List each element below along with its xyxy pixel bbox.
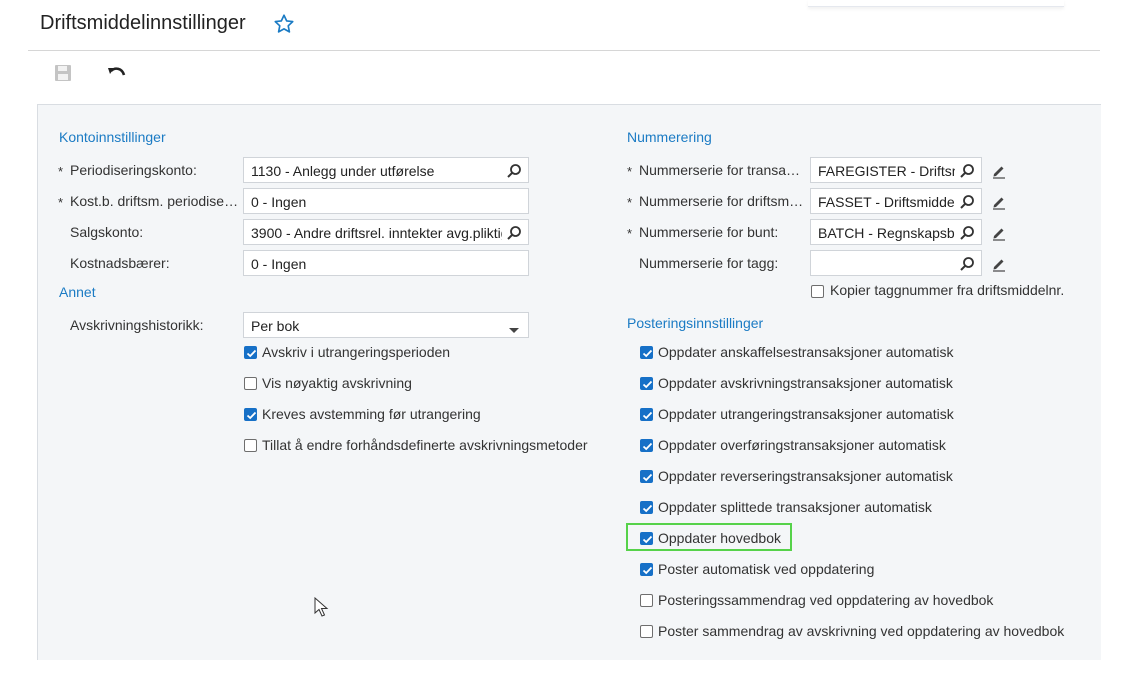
depreciation-history-value: Per bok [251,318,300,334]
checkbox-show-exact-depreciation[interactable] [244,377,257,390]
search-icon[interactable] [959,225,975,241]
label-update-depreciation: Oppdater avskrivningstransaksjoner autom… [658,375,953,391]
label-depreciate-in-disposal-period: Avskriv i utrangeringsperioden [262,344,451,360]
accrual-account-field[interactable]: 1130 - Anlegg under utførelse [243,157,529,183]
label-depreciation-summary: Poster sammendrag av avskrivning ved opp… [658,623,1065,639]
section-numbering: Nummerering [627,129,712,145]
required-mark: * [627,226,633,241]
label-copy-tag-number: Kopier taggnummer fra driftsmiddelnr. [830,282,1065,298]
label-posting-summary: Posteringssammendrag ved oppdatering av … [658,592,994,608]
label-update-reversal: Oppdater reverseringstransaksjoner autom… [658,468,953,484]
checkbox-update-depreciation[interactable] [640,377,653,390]
transaction-number-series-value: FAREGISTER - Driftsmiddelregister [818,163,955,179]
required-mark: * [58,195,64,210]
undo-button[interactable] [106,64,128,86]
label-accrual-account: Periodiseringskonto: [70,162,197,178]
label-update-split: Oppdater splittede transaksjoner automat… [658,499,932,515]
label-update-general-ledger: Oppdater hovedbok [658,530,781,546]
header-divider [28,50,1100,51]
label-transaction-number-series: Nummerserie for transaksjoner: [639,162,805,178]
search-icon[interactable] [959,163,975,179]
cost-center-accrual-field[interactable]: 0 - Ingen [243,188,529,214]
transaction-number-series-field[interactable]: FAREGISTER - Driftsmiddelregister [810,157,982,183]
checkbox-depreciate-in-disposal-period[interactable] [244,346,257,359]
label-cost-center-accrual: Kost.b. driftsm. periodiseringskonto: [70,193,242,209]
required-mark: * [58,164,64,179]
label-show-exact-depreciation: Vis nøyaktig avskrivning [262,375,412,391]
checkbox-update-split[interactable] [640,501,653,514]
sales-account-value: 3900 - Andre driftsrel. inntekter avg.pl… [251,225,502,241]
checkbox-require-reconciliation[interactable] [244,408,257,421]
label-sales-account: Salgskonto: [70,224,144,240]
label-batch-number-series: Nummerserie for bunt: [639,224,779,240]
tag-number-series-field[interactable] [810,250,982,276]
label-asset-number-series: Nummerserie for driftsmidler: [639,193,805,209]
cost-carrier-field[interactable]: 0 - Ingen [243,250,529,276]
pencil-icon[interactable] [991,256,1007,272]
checkbox-update-disposal[interactable] [640,408,653,421]
checkbox-update-transfer[interactable] [640,439,653,452]
batch-number-series-value: BATCH - Regnskapsbunt [818,225,955,241]
save-icon [54,64,72,87]
pencil-icon[interactable] [991,194,1007,210]
label-auto-post: Poster automatisk ved oppdatering [658,561,875,577]
label-cost-carrier: Kostnadsbærer: [70,255,170,271]
mouse-pointer-icon [314,596,330,624]
section-other: Annet [59,284,96,300]
required-mark: * [627,195,633,210]
label-update-transfer: Oppdater overføringstransaksjoner automa… [658,437,946,453]
label-update-disposal: Oppdater utrangeringstransaksjoner autom… [658,406,954,422]
checkbox-update-general-ledger[interactable] [640,532,653,545]
cost-carrier-value: 0 - Ingen [251,256,307,272]
asset-number-series-value: FASSET - Driftsmiddel [818,194,955,210]
pencil-icon[interactable] [991,225,1007,241]
cost-center-accrual-value: 0 - Ingen [251,194,307,210]
search-icon[interactable] [959,194,975,210]
label-allow-edit-methods: Tillat å endre forhåndsdefinerte avskriv… [262,437,588,453]
section-posting-settings: Posteringsinnstillinger [627,315,764,331]
required-mark: * [627,164,633,179]
checkbox-update-acquisition[interactable] [640,346,653,359]
checkbox-update-reversal[interactable] [640,470,653,483]
search-icon[interactable] [959,256,975,272]
undo-icon [107,65,127,86]
chevron-down-icon[interactable] [506,322,522,338]
checkbox-allow-edit-methods[interactable] [244,439,257,452]
section-account-settings: Kontoinnstillinger [59,129,166,145]
checkbox-posting-summary[interactable] [640,594,653,607]
page-title: Driftsmiddelinnstillinger [40,12,246,34]
checkbox-auto-post[interactable] [640,563,653,576]
checkbox-depreciation-summary[interactable] [640,625,653,638]
depreciation-history-select[interactable]: Per bok [243,312,529,338]
accrual-account-value: 1130 - Anlegg under utførelse [251,163,435,179]
search-icon[interactable] [506,225,522,241]
batch-number-series-field[interactable]: BATCH - Regnskapsbunt [810,219,982,245]
label-tag-number-series: Nummerserie for tagg: [639,255,779,271]
save-button[interactable] [52,64,74,86]
pencil-icon[interactable] [991,163,1007,179]
sales-account-field[interactable]: 3900 - Andre driftsrel. inntekter avg.pl… [243,219,529,245]
label-depreciation-history: Avskrivningshistorikk: [70,317,204,333]
checkbox-copy-tag-number[interactable] [811,285,824,298]
header-dropdown-shadow [808,0,1064,7]
favorite-star-icon[interactable] [273,13,295,40]
label-update-acquisition: Oppdater anskaffelsestransaksjoner autom… [658,344,954,360]
label-require-reconciliation: Kreves avstemming før utrangering [262,406,481,422]
search-icon[interactable] [506,163,522,179]
asset-number-series-field[interactable]: FASSET - Driftsmiddel [810,188,982,214]
